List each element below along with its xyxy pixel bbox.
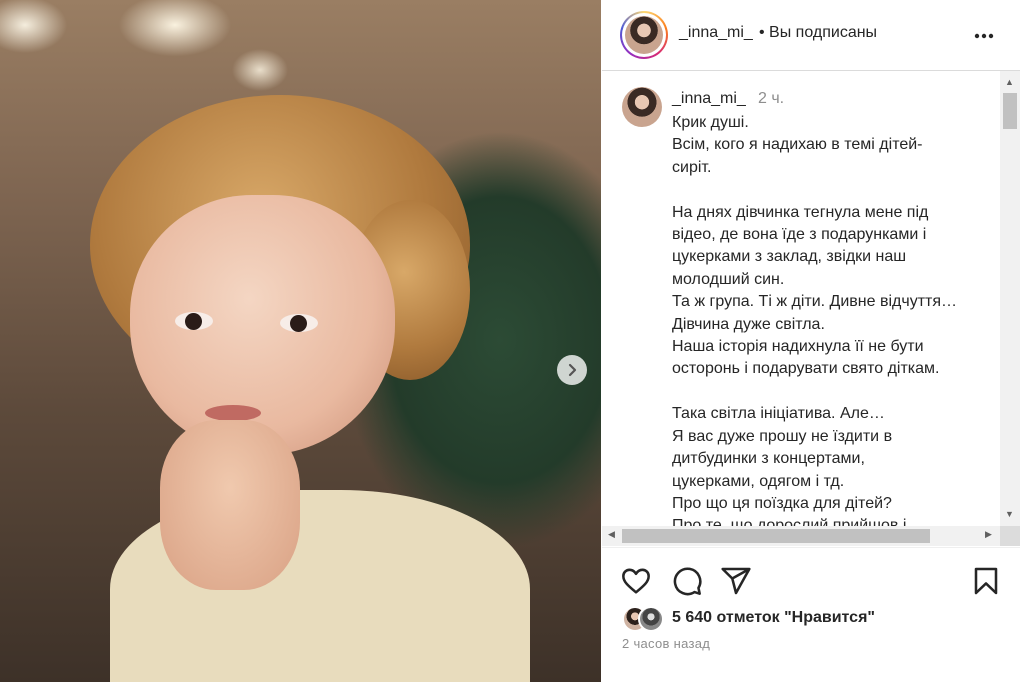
caption-text: Крик душі. Всім, кого я надихаю в темі д…	[672, 114, 958, 526]
following-status[interactable]: • Вы подписаны	[759, 24, 877, 42]
liker-avatar[interactable]	[638, 606, 664, 632]
scrollbar-corner	[1000, 526, 1020, 546]
more-options-icon[interactable]	[974, 22, 994, 42]
vertical-scroll-thumb[interactable]	[1003, 93, 1017, 129]
photo-mouth	[205, 405, 261, 421]
post-actions: 5 640 отметок "Нравится" 2 часов назад	[602, 547, 1020, 683]
next-photo-button[interactable]	[557, 355, 587, 385]
post-photo[interactable]	[0, 0, 601, 682]
comments-panel[interactable]: _inna_mi_ 2 ч. Крик душі. Всім, кого я н…	[602, 71, 1000, 526]
scroll-down-icon[interactable]: ▼	[1005, 509, 1014, 519]
photo-hand	[160, 420, 300, 590]
comment-icon[interactable]	[671, 565, 703, 597]
author-avatar[interactable]	[620, 11, 668, 59]
author-username[interactable]: _inna_mi_	[679, 24, 753, 42]
bookmark-icon[interactable]	[970, 565, 1002, 597]
photo-eye-left	[175, 312, 213, 330]
post-timestamp[interactable]: 2 часов назад	[622, 636, 710, 651]
vertical-scrollbar[interactable]: ▲ ▼	[1000, 71, 1020, 526]
photo-eye-right	[280, 314, 318, 332]
chevron-right-icon	[568, 363, 577, 377]
scroll-left-icon[interactable]: ◀	[608, 529, 615, 540]
caption-time[interactable]: 2 ч.	[758, 90, 784, 108]
heart-icon[interactable]	[620, 565, 652, 597]
caption-avatar[interactable]	[622, 87, 662, 127]
photo-face	[130, 195, 395, 455]
post-header: _inna_mi_ • Вы подписаны	[602, 0, 1020, 71]
share-icon[interactable]	[720, 565, 752, 597]
likes-count[interactable]: 5 640 отметок "Нравится"	[672, 609, 875, 627]
horizontal-scrollbar[interactable]: ◀ ▶	[602, 526, 1000, 546]
scroll-up-icon[interactable]: ▲	[1005, 77, 1014, 87]
caption-username[interactable]: _inna_mi_	[672, 90, 746, 108]
scroll-right-icon[interactable]: ▶	[985, 529, 992, 540]
horizontal-scroll-thumb[interactable]	[622, 529, 930, 543]
